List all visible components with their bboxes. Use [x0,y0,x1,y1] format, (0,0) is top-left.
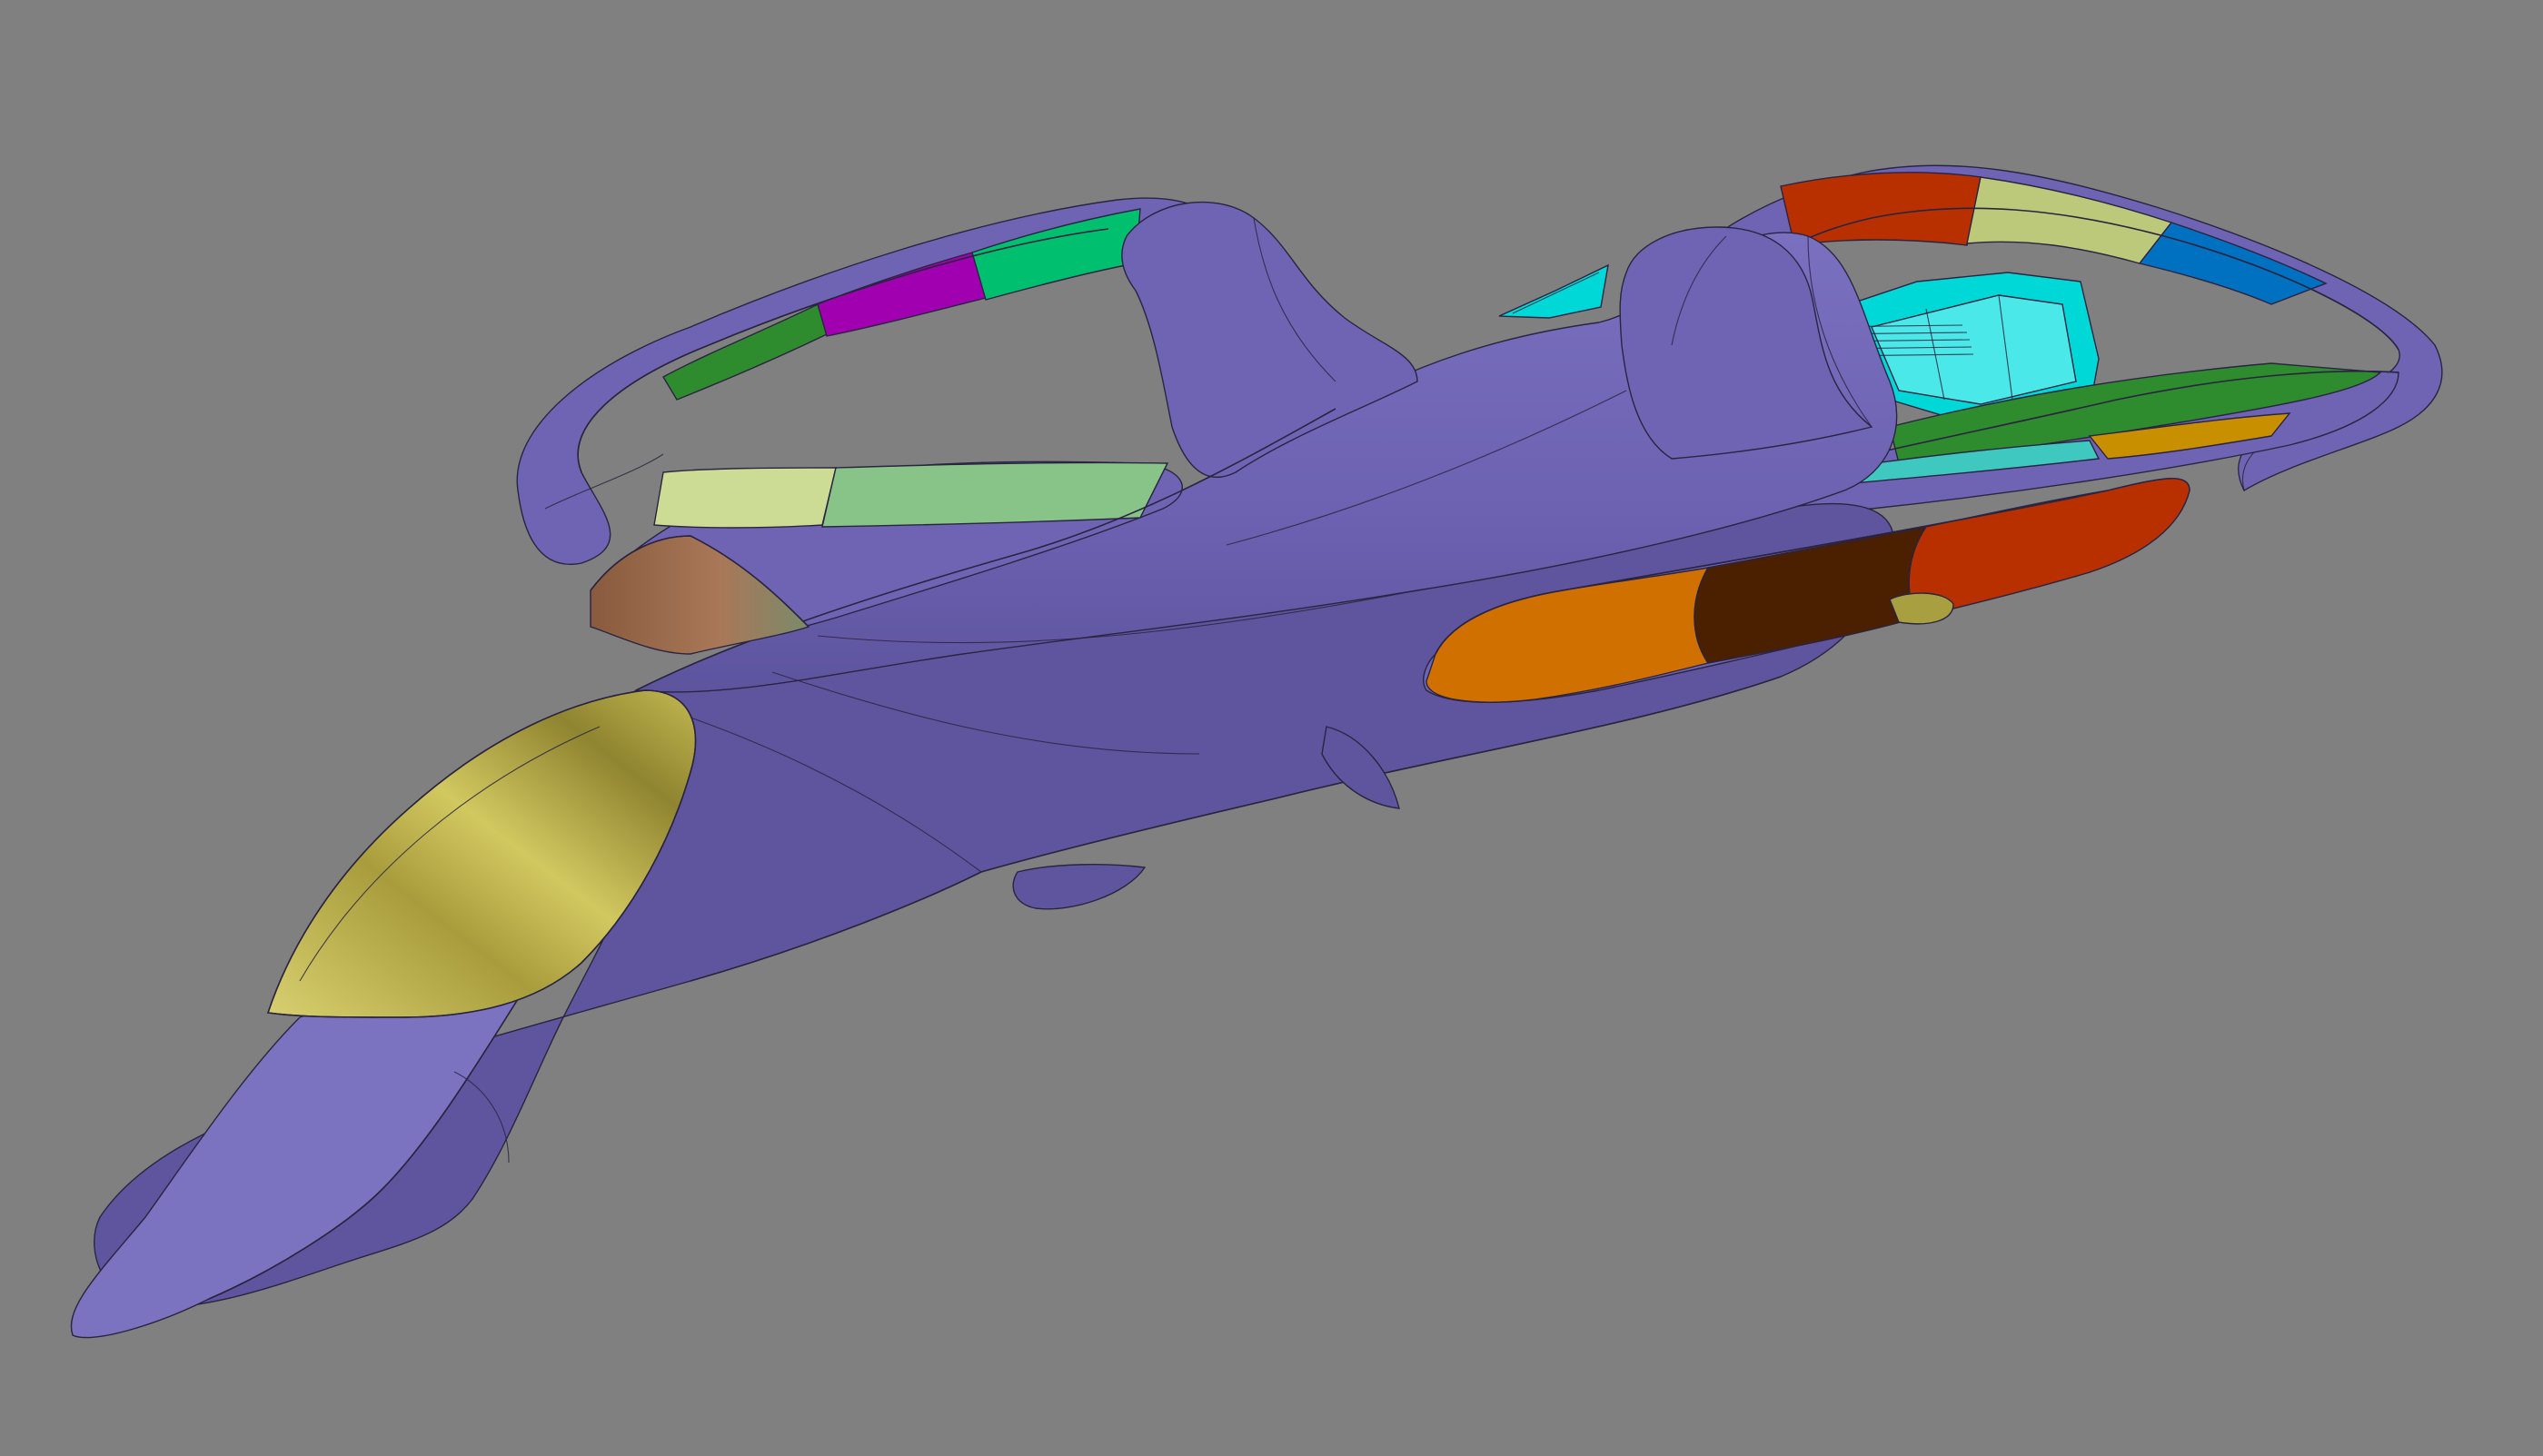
rear-fin [1498,263,1609,319]
spaceship-model-render[interactable] [0,0,2543,1456]
left-wing-panel-light-green [821,461,1169,528]
fuselage [70,201,1898,1339]
left-wing-panel-pale-yellow [653,467,837,529]
belly-keel [1012,864,1147,910]
side-pod-mount [1889,592,1954,625]
cad-viewport[interactable] [0,0,2543,1456]
rear-fin-part [1498,263,1609,319]
